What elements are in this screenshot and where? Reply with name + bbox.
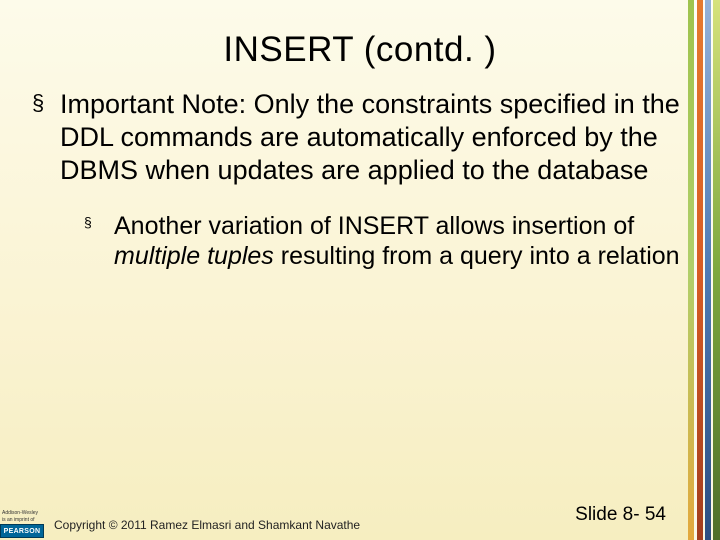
body-area: Important Note: Only the constraints spe… <box>0 88 720 272</box>
bullet-text-italic: multiple tuples <box>114 242 274 270</box>
publisher-logo: Addison-Wesley is an imprint of PEARSON <box>0 510 44 540</box>
slide-title: INSERT (contd. ) <box>0 0 720 84</box>
pearson-bar: PEARSON <box>0 524 44 538</box>
slide: INSERT (contd. ) Important Note: Only th… <box>0 0 720 540</box>
bullet-text-c: resulting from a query into a relation <box>274 242 680 270</box>
copyright-text: Copyright © 2011 Ramez Elmasri and Shamk… <box>54 518 360 532</box>
footer: Addison-Wesley is an imprint of PEARSON … <box>0 506 720 540</box>
bullet-text-a: Another variation of INSERT allows inser… <box>114 212 634 240</box>
bullet-level1: Important Note: Only the constraints spe… <box>60 88 684 187</box>
addison-wesley-text1: Addison-Wesley <box>0 510 44 517</box>
decorative-stripes <box>688 0 720 540</box>
bullet-level2: Another variation of INSERT allows inser… <box>114 211 684 272</box>
addison-wesley-text2: is an imprint of <box>0 517 44 524</box>
slide-number: Slide 8- 54 <box>575 504 666 526</box>
